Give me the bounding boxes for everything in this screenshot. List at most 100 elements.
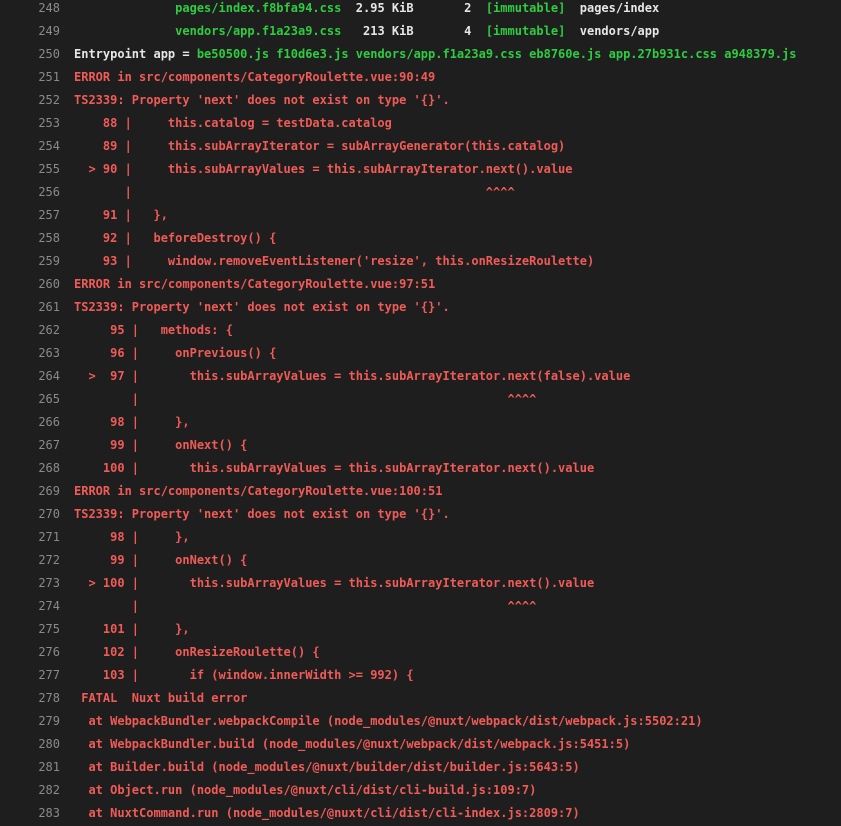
line-number[interactable]: 277	[0, 664, 74, 687]
log-text: | ^^^^	[74, 181, 515, 204]
line-number[interactable]: 254	[0, 135, 74, 158]
log-text: at NuxtCommand.run (node_modules/@nuxt/c…	[74, 802, 580, 825]
log-segment: > 97 | this.subArrayValues = this.subArr…	[74, 369, 631, 383]
log-line: 269 ERROR in src/components/CategoryRoule…	[0, 480, 841, 503]
log-segment: 103 | if (window.innerWidth >= 992) {	[74, 668, 414, 682]
log-text: 99 | onNext() {	[74, 434, 247, 457]
log-segment: at NuxtCommand.run (node_modules/@nuxt/c…	[74, 806, 580, 820]
line-number[interactable]: 261	[0, 296, 74, 319]
log-text: 96 | onPrevious() {	[74, 342, 276, 365]
line-number[interactable]: 253	[0, 112, 74, 135]
line-number[interactable]: 280	[0, 733, 74, 756]
line-number[interactable]: 265	[0, 388, 74, 411]
log-line: 283 at NuxtCommand.run (node_modules/@nu…	[0, 802, 841, 825]
line-number[interactable]: 272	[0, 549, 74, 572]
log-segment: ERROR in src/components/CategoryRoulette…	[74, 277, 436, 291]
build-log[interactable]: 248 pages/index.f8bfa94.css 2.95 KiB 2 […	[0, 0, 841, 825]
line-number[interactable]: 275	[0, 618, 74, 641]
line-number[interactable]: 250	[0, 43, 74, 66]
log-text: ERROR in src/components/CategoryRoulette…	[74, 66, 435, 89]
line-number[interactable]: 269	[0, 480, 74, 503]
log-text: > 90 | this.subArrayValues = this.subArr…	[74, 158, 572, 181]
log-line: 250 Entrypoint app = be50500.js f10d6e3.j…	[0, 43, 841, 66]
log-segment: [immutable]	[485, 1, 566, 15]
log-line: 272 99 | onNext() {	[0, 549, 841, 572]
line-number[interactable]: 260	[0, 273, 74, 296]
log-line: 251 ERROR in src/components/CategoryRoule…	[0, 66, 841, 89]
log-text: at WebpackBundler.build (node_modules/@n…	[74, 733, 630, 756]
log-segment: | ^^^^	[74, 392, 537, 406]
log-line: 266 98 | },	[0, 411, 841, 434]
log-line: 278 FATAL Nuxt build error	[0, 687, 841, 710]
log-line: 252 TS2339: Property 'next' does not exis…	[0, 89, 841, 112]
log-line: 268 100 | this.subArrayValues = this.sub…	[0, 457, 841, 480]
line-number[interactable]: 248	[0, 0, 74, 20]
log-text: Entrypoint app = be50500.js f10d6e3.js v…	[74, 43, 796, 66]
log-line: 256 | ^^^^	[0, 181, 841, 204]
log-text: TS2339: Property 'next' does not exist o…	[74, 503, 450, 526]
line-number[interactable]: 255	[0, 158, 74, 181]
log-segment: be50500.js f10d6e3.js vendors/app.f1a23a…	[196, 47, 797, 61]
log-text: 102 | onResizeRoulette() {	[74, 641, 320, 664]
log-text: 89 | this.subArrayIterator = subArrayGen…	[74, 135, 565, 158]
line-number[interactable]: 279	[0, 710, 74, 733]
line-number[interactable]: 266	[0, 411, 74, 434]
log-text: 91 | },	[74, 204, 168, 227]
line-number[interactable]: 259	[0, 250, 74, 273]
log-segment: FATAL Nuxt build error	[74, 691, 248, 705]
log-line: 267 99 | onNext() {	[0, 434, 841, 457]
line-number[interactable]: 252	[0, 89, 74, 112]
log-line: 276 102 | onResizeRoulette() {	[0, 641, 841, 664]
log-segment: TS2339: Property 'next' does not exist o…	[74, 93, 450, 107]
line-number[interactable]: 270	[0, 503, 74, 526]
log-line: 264 > 97 | this.subArrayValues = this.su…	[0, 365, 841, 388]
log-segment: [immutable]	[485, 24, 566, 38]
log-segment: 91 | },	[74, 208, 168, 222]
log-line: 255 > 90 | this.subArrayValues = this.su…	[0, 158, 841, 181]
line-number[interactable]: 251	[0, 66, 74, 89]
log-text: 98 | },	[74, 411, 190, 434]
log-segment: 92 | beforeDestroy() {	[74, 231, 277, 245]
line-number[interactable]: 271	[0, 526, 74, 549]
log-segment: ERROR in src/components/CategoryRoulette…	[74, 70, 436, 84]
line-number[interactable]: 283	[0, 802, 74, 825]
log-segment: TS2339: Property 'next' does not exist o…	[74, 300, 450, 314]
log-segment: ERROR in src/components/CategoryRoulette…	[74, 484, 443, 498]
line-number[interactable]: 256	[0, 181, 74, 204]
line-number[interactable]: 278	[0, 687, 74, 710]
log-line: 280 at WebpackBundler.build (node_module…	[0, 733, 841, 756]
line-number[interactable]: 267	[0, 434, 74, 457]
line-number[interactable]: 257	[0, 204, 74, 227]
line-number[interactable]: 263	[0, 342, 74, 365]
log-line: 281 at Builder.build (node_modules/@nuxt…	[0, 756, 841, 779]
log-segment: 98 | },	[74, 415, 190, 429]
log-line: 260 ERROR in src/components/CategoryRoule…	[0, 273, 841, 296]
line-number[interactable]: 282	[0, 779, 74, 802]
log-segment: 99 | onNext() {	[74, 438, 248, 452]
log-segment: | ^^^^	[74, 185, 515, 199]
log-line: 254 89 | this.subArrayIterator = subArra…	[0, 135, 841, 158]
log-segment: 213 KiB 4	[341, 24, 486, 38]
line-number[interactable]: 268	[0, 457, 74, 480]
log-line: 248 pages/index.f8bfa94.css 2.95 KiB 2 […	[0, 0, 841, 20]
log-text: | ^^^^	[74, 388, 537, 411]
line-number[interactable]: 258	[0, 227, 74, 250]
log-text: at WebpackBundler.webpackCompile (node_m…	[74, 710, 702, 733]
log-text: > 97 | this.subArrayValues = this.subArr…	[74, 365, 630, 388]
line-number[interactable]: 264	[0, 365, 74, 388]
log-segment: Entrypoint app =	[74, 47, 197, 61]
line-number[interactable]: 273	[0, 572, 74, 595]
log-segment: > 100 | this.subArrayValues = this.subAr…	[74, 576, 595, 590]
line-number[interactable]: 281	[0, 756, 74, 779]
log-text: 95 | methods: {	[74, 319, 233, 342]
line-number[interactable]: 274	[0, 595, 74, 618]
log-line: 253 88 | this.catalog = testData.catalog	[0, 112, 841, 135]
log-text: 92 | beforeDestroy() {	[74, 227, 276, 250]
log-segment: 2.95 KiB 2	[341, 1, 486, 15]
line-number[interactable]: 276	[0, 641, 74, 664]
line-number[interactable]: 262	[0, 319, 74, 342]
log-line: 273 > 100 | this.subArrayValues = this.s…	[0, 572, 841, 595]
log-text: ERROR in src/components/CategoryRoulette…	[74, 480, 442, 503]
line-number[interactable]: 249	[0, 20, 74, 43]
log-line: 282 at Object.run (node_modules/@nuxt/cl…	[0, 779, 841, 802]
